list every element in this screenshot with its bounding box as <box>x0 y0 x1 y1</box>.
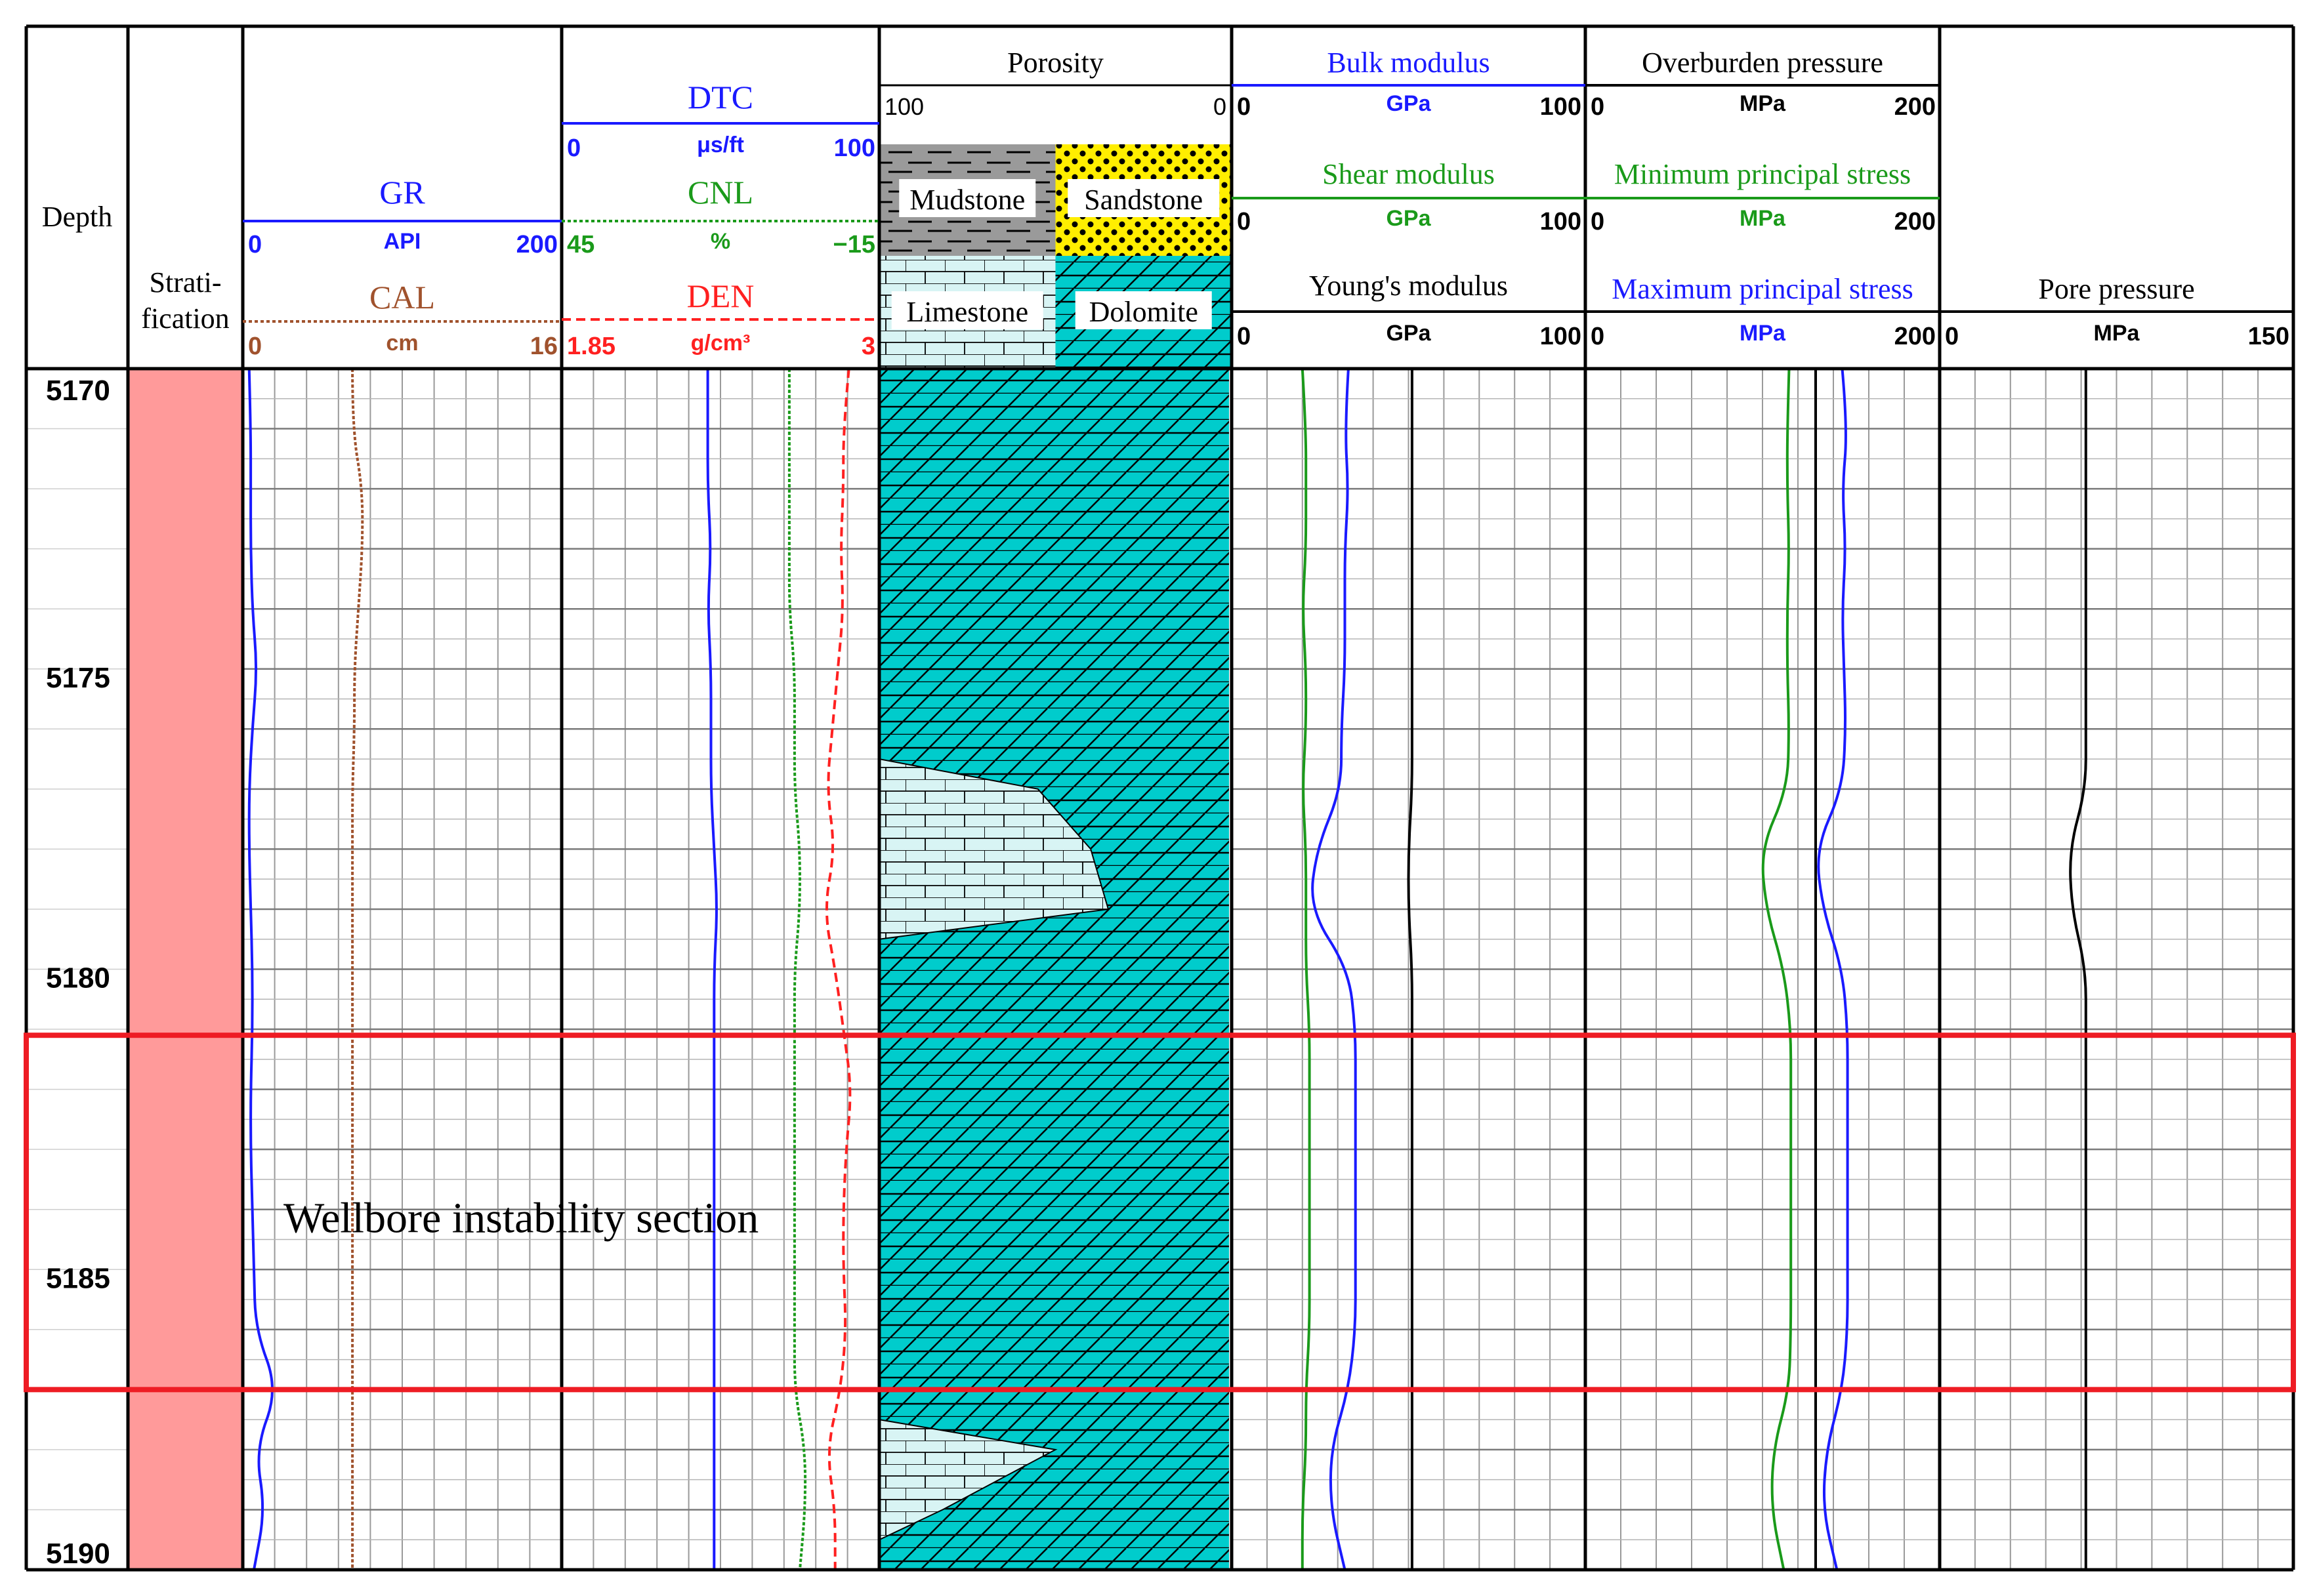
shear-scale-max: 100 <box>1540 208 1581 235</box>
depth-tick-label: 5190 <box>46 1538 110 1570</box>
dtc-scale-unit: μs/ft <box>697 133 744 157</box>
cal-scale-unit: cm <box>386 331 418 356</box>
dolomite-label: Dolomite <box>1089 296 1198 328</box>
stratification-header: Strati- <box>150 266 222 298</box>
pore-scale-max: 150 <box>2248 323 2289 350</box>
min-stress-title: Minimum principal stress <box>1614 158 1911 190</box>
depth-header: Depth <box>42 201 113 233</box>
cal-title: CAL <box>369 279 435 316</box>
young-scale-min: 0 <box>1237 323 1251 350</box>
cal-scale-min: 0 <box>248 333 262 360</box>
min-stress-scale-unit: MPa <box>1740 206 1786 231</box>
gr-scale-unit: API <box>384 229 421 254</box>
shear-scale-min: 0 <box>1237 208 1251 235</box>
overburden-scale-min: 0 <box>1591 93 1604 121</box>
bulk-scale-max: 100 <box>1540 93 1581 121</box>
cnl-title: CNL <box>688 174 753 211</box>
bulk-modulus-title: Bulk modulus <box>1327 47 1490 79</box>
porosity-scale-left: 100 <box>885 93 924 120</box>
max-stress-title: Maximum principal stress <box>1612 273 1913 305</box>
youngs-modulus-title: Young's modulus <box>1309 270 1508 302</box>
porosity-title: Porosity <box>1007 47 1104 79</box>
cal-scale-max: 16 <box>530 333 558 360</box>
overburden-scale-max: 200 <box>1894 93 1936 121</box>
shear-modulus-title: Shear modulus <box>1322 158 1495 190</box>
gr-scale-max: 200 <box>516 231 558 258</box>
limestone-label: Limestone <box>906 296 1028 328</box>
porosity-scale-right: 0 <box>1213 93 1226 120</box>
gr-title: GR <box>379 174 425 211</box>
pore-pressure-title: Pore pressure <box>2038 273 2194 305</box>
overburden-title: Overburden pressure <box>1642 47 1883 79</box>
gr-scale-min: 0 <box>248 231 262 258</box>
stratification-header: fication <box>141 302 229 335</box>
sandstone-label: Sandstone <box>1084 184 1203 216</box>
shear-scale-unit: GPa <box>1386 206 1431 231</box>
annotation-label: Wellbore instability section <box>283 1194 759 1242</box>
depth-tick-label: 5185 <box>46 1262 110 1294</box>
den-scale-min: 1.85 <box>567 333 615 360</box>
cnl-scale-max: −15 <box>833 231 875 258</box>
pore-scale-unit: MPa <box>2094 321 2140 346</box>
max-stress-scale-unit: MPa <box>1740 321 1786 346</box>
min-stress-scale-max: 200 <box>1894 208 1936 235</box>
max-stress-scale-min: 0 <box>1591 323 1604 350</box>
young-scale-unit: GPa <box>1386 321 1431 346</box>
den-title: DEN <box>687 277 755 314</box>
cnl-scale-min: 45 <box>567 231 594 258</box>
overburden-scale-unit: MPa <box>1740 91 1786 116</box>
young-scale-max: 100 <box>1540 323 1581 350</box>
mudstone-label: Mudstone <box>909 184 1025 216</box>
dtc-scale-min: 0 <box>567 134 581 162</box>
dtc-title: DTC <box>688 79 753 115</box>
den-scale-max: 3 <box>862 333 875 360</box>
bulk-scale-unit: GPa <box>1386 91 1431 116</box>
well-log-chart: Mudstone Sandstone Limestone Dolomite Depth… <box>24 24 2296 1572</box>
depth-tick-label: 5180 <box>46 962 110 994</box>
min-stress-scale-min: 0 <box>1591 208 1604 235</box>
pore-scale-min: 0 <box>1945 323 1959 350</box>
depth-tick-label: 5175 <box>46 662 110 694</box>
dtc-scale-max: 100 <box>834 134 875 162</box>
bulk-scale-min: 0 <box>1237 93 1251 121</box>
depth-tick-label: 5170 <box>46 375 110 407</box>
den-scale-unit: g/cm³ <box>691 331 751 356</box>
cnl-scale-unit: % <box>711 229 730 254</box>
max-stress-scale-max: 200 <box>1894 323 1936 350</box>
